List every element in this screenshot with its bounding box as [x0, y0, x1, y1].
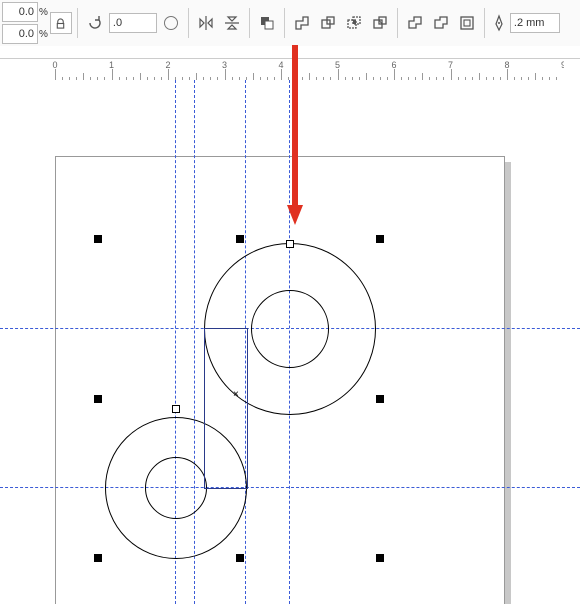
donut-inner-1[interactable]: [251, 290, 329, 368]
property-bar: 0.0 % 0.0 % .0: [0, 0, 580, 47]
ellipse-indicator: [159, 11, 183, 35]
selection-handle[interactable]: [94, 554, 102, 562]
scale-y-field[interactable]: 0.0: [2, 24, 38, 44]
trim-button[interactable]: [316, 11, 340, 35]
mirror-horizontal-button[interactable]: [194, 11, 218, 35]
weld-button[interactable]: [290, 11, 314, 35]
object-origin-handle[interactable]: [286, 240, 294, 248]
selection-handle[interactable]: [376, 554, 384, 562]
lock-ratio-button[interactable]: [50, 12, 72, 34]
selection-center[interactable]: ×: [233, 389, 239, 400]
scale-x-unit: %: [39, 7, 48, 18]
ruler-end: [564, 58, 580, 82]
intersect-button[interactable]: [342, 11, 366, 35]
connector-rect[interactable]: [204, 328, 248, 489]
guide-horizontal[interactable]: [0, 487, 580, 488]
object-origin-handle[interactable]: [172, 405, 180, 413]
annotation-arrow: [285, 45, 305, 228]
mirror-vertical-button[interactable]: [220, 11, 244, 35]
outline-pen-icon: [490, 14, 508, 32]
selection-handle[interactable]: [236, 554, 244, 562]
simplify-button[interactable]: [368, 11, 392, 35]
horizontal-ruler: 0123456789: [0, 58, 564, 82]
selection-handle[interactable]: [94, 395, 102, 403]
scale-y-unit: %: [39, 29, 48, 40]
rotation-field[interactable]: .0: [109, 13, 157, 33]
scale-fields: 0.0 % 0.0 %: [2, 2, 48, 44]
front-minus-back-button[interactable]: [403, 11, 427, 35]
scale-x-field[interactable]: 0.0: [2, 2, 38, 22]
selection-handle[interactable]: [376, 235, 384, 243]
back-minus-front-button[interactable]: [429, 11, 453, 35]
outline-width-field[interactable]: .2 mm: [510, 13, 560, 33]
selection-handle[interactable]: [94, 235, 102, 243]
boundary-button[interactable]: [455, 11, 479, 35]
donut-inner-2[interactable]: [145, 457, 207, 519]
selection-handle[interactable]: [376, 395, 384, 403]
order-button[interactable]: [255, 11, 279, 35]
selection-handle[interactable]: [236, 235, 244, 243]
rotate-icon: [83, 11, 107, 35]
